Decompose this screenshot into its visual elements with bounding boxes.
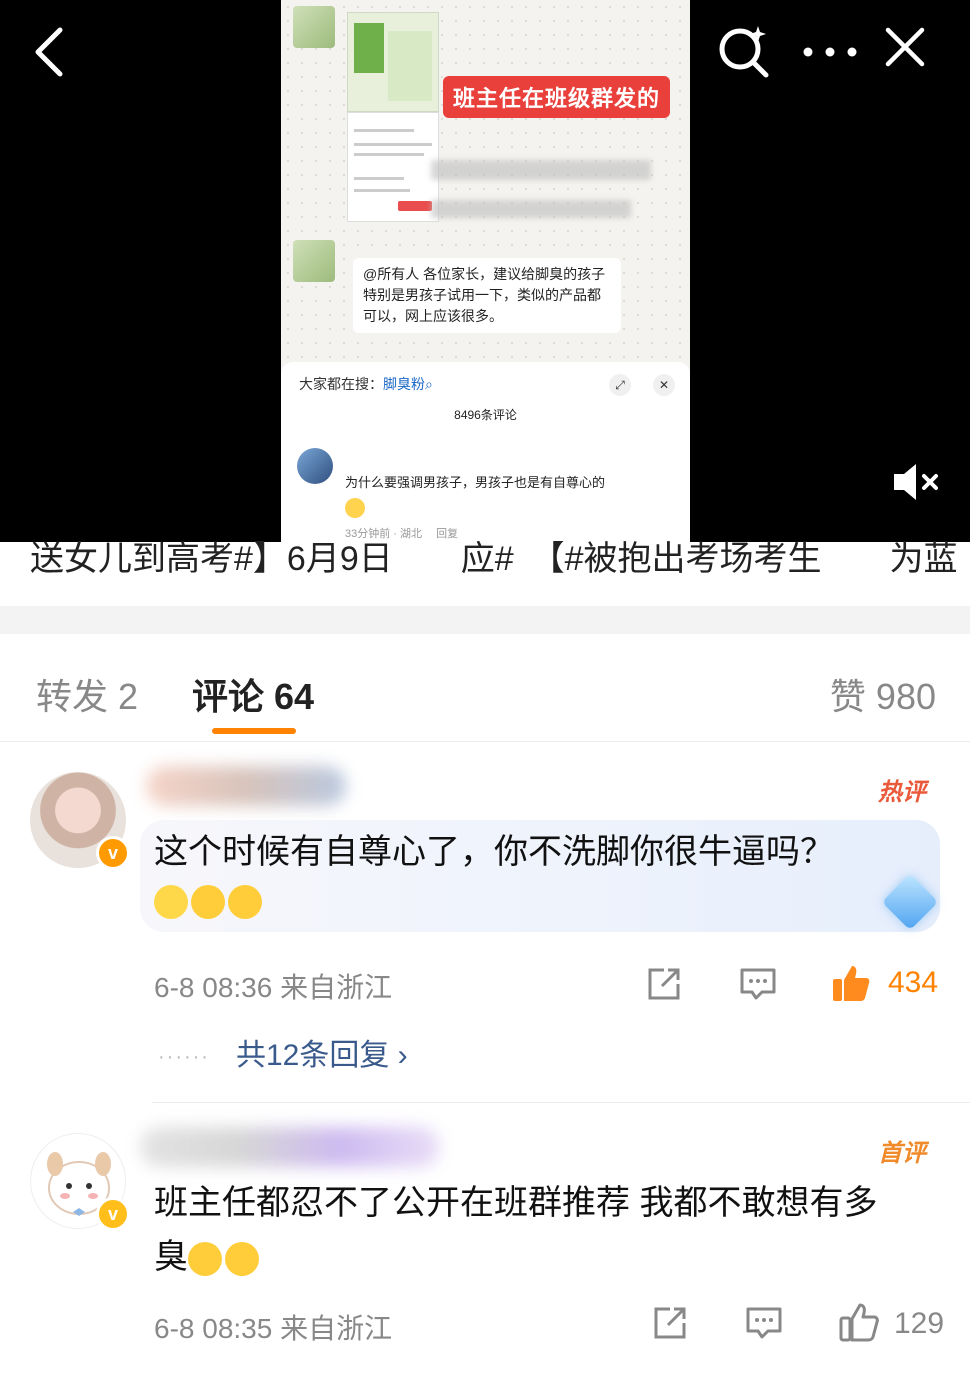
comment-meta: 6-8 08:36 来自浙江 [154,966,392,1006]
comment-item: v 热评 这个时候有自尊心了，你不洗脚你很牛逼吗？ 6-8 08:36 来自浙江… [0,742,970,1102]
reply-button[interactable] [738,964,784,1010]
search-suggestion[interactable]: 大家都在搜：脚臭粉⌕ [299,374,433,394]
mute-button[interactable] [890,458,944,506]
view-replies-link[interactable]: ······ 共12条回复 › [158,1030,408,1074]
expand-icon[interactable]: ⤢ [609,374,631,396]
search-prefix: 大家都在搜： [299,376,383,392]
comment-sheet: 大家都在搜：脚臭粉⌕ ⤢ ✕ 8496条评论 为什么要强调男孩子，男孩子也是有自… [281,362,690,542]
like-count: 434 [888,966,939,999]
chat-message: @所有人 各位家长，建议给脚臭的孩子特别是男孩子试用一下，类似的产品都可以，网上… [353,258,621,333]
comment-text-line2: 臭 [154,1238,188,1276]
tab-repost[interactable]: 转发 2 [36,668,138,720]
thumbs-up-filled-icon [833,966,870,1001]
smile-icon [345,498,365,518]
username-blurred[interactable] [146,766,346,806]
comment-icon [746,1307,782,1339]
comment-location: 来自浙江 [280,1313,393,1344]
back-button[interactable] [28,22,76,82]
search-keyword[interactable]: 脚臭粉 [383,376,425,392]
close-icon [885,27,925,67]
reply-button[interactable] [744,1303,790,1349]
comment-meta: 6-8 08:35 来自浙江 [154,1307,392,1347]
verified-icon: v [96,836,130,870]
verified-icon: v [96,1197,130,1231]
overlay-tag: 班主任在班级群发的 [443,76,671,118]
share-icon [654,1307,686,1339]
more-button[interactable] [800,30,860,70]
chevron-right-icon: › [389,1039,408,1072]
comment-time: 6-8 08:35 [154,1313,273,1344]
comment-text: 班主任都忍不了公开在班群推荐 我都不敢想有多 [154,1184,878,1222]
shock-emoji-icon [154,885,188,920]
post-caption[interactable]: 送女儿到高考#】6月9日 应# 【#被抱出考场考生 为蓝 [30,536,970,586]
avatar [297,448,333,484]
cry-emoji-icon [191,885,225,920]
share-icon [648,968,680,1000]
search-button[interactable] [714,22,770,78]
back-icon [35,27,63,77]
like-button[interactable] [838,1301,884,1347]
product-screenshot [347,112,439,222]
comment-location: 来自浙江 [280,972,393,1003]
like-button[interactable] [830,962,876,1008]
thumbs-up-icon [839,1303,879,1342]
first-comment-badge: 首评 [878,1140,926,1167]
hot-comment-badge: 热评 [878,779,926,806]
active-tab-indicator [212,728,296,734]
section-divider [0,606,970,634]
comment-item: v 首评 班主任都忍不了公开在班群推荐 我都不敢想有多 臭 6-8 08:35 … [30,1102,970,1388]
product-image [347,12,439,112]
close-button[interactable] [880,22,930,72]
tab-bar: 转发 2 评论 64 赞 980 [0,634,970,742]
video-player[interactable]: 班主任在班级群发的 @所有人 各位家长，建议给脚臭的孩子特别是男孩子试用一下，类… [0,0,970,542]
video-frame: 班主任在班级群发的 @所有人 各位家长，建议给脚臭的孩子特别是男孩子试用一下，类… [281,0,690,542]
reply-count: 共12条回复 [235,1039,390,1072]
mute-icon [894,464,938,500]
chat-avatar [293,240,335,282]
chat-avatar [293,6,335,48]
share-button[interactable] [644,964,690,1010]
tab-like[interactable]: 赞 980 [830,668,936,720]
sheet-comment-text: 为什么要强调男孩子，男孩子也是有自尊心的 [345,475,606,490]
like-count: 129 [894,1307,945,1340]
tab-comment[interactable]: 评论 64 [192,668,314,720]
close-icon[interactable]: ✕ [653,374,675,396]
more-icon [803,47,857,57]
username-blurred[interactable] [140,1127,440,1167]
smile-emoji-icon [225,1242,259,1277]
share-button[interactable] [650,1303,696,1349]
comment-count: 8496条评论 [454,408,517,422]
search-icon [719,26,769,78]
cry-emoji-icon [228,885,262,920]
smile-emoji-icon [188,1242,222,1277]
comment-emojis [154,872,265,928]
comment-text-cont: 臭 [154,1229,262,1285]
avatar[interactable]: v [30,772,130,870]
comment-time: 6-8 08:36 [154,972,273,1003]
avatar[interactable]: v [30,1133,130,1231]
comment-icon [740,968,776,1000]
